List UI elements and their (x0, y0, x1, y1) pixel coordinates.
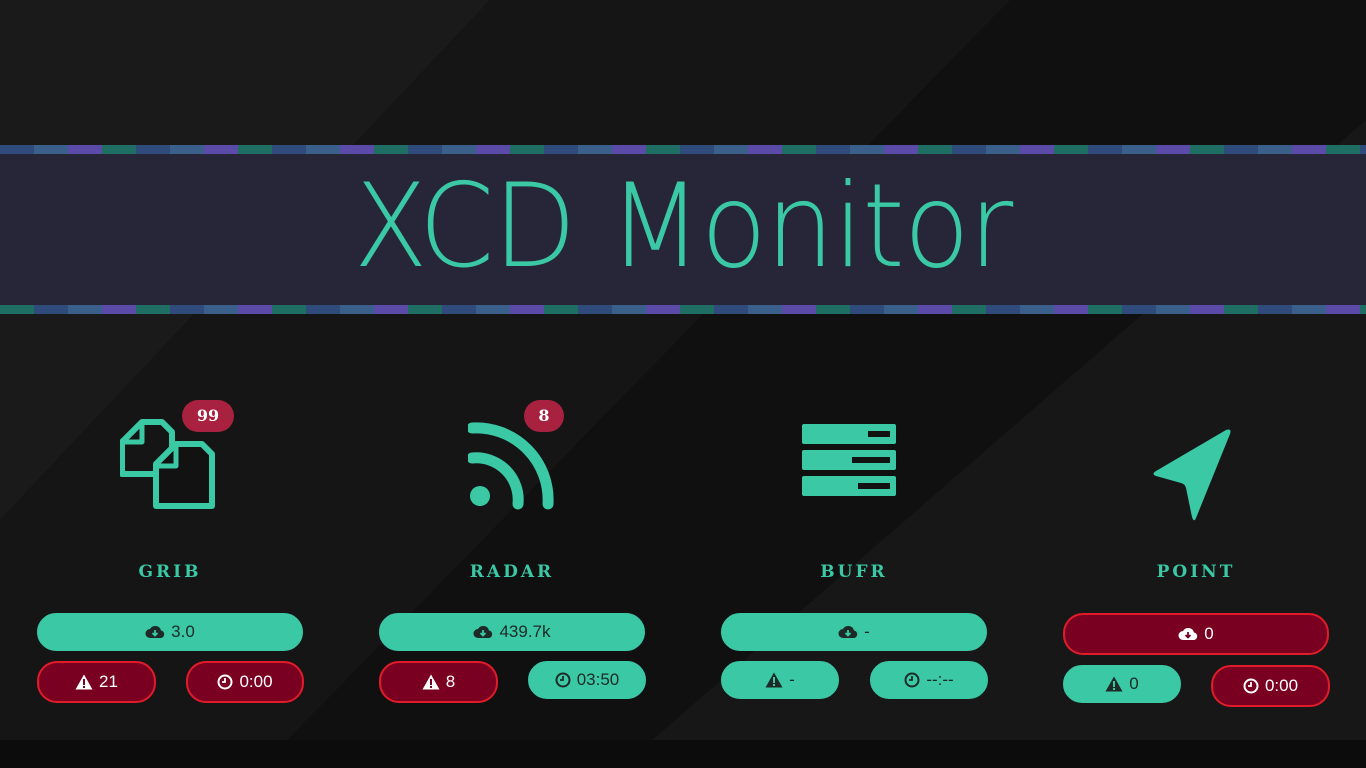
server-icon (802, 424, 896, 496)
grib-alert-status[interactable]: 21 (37, 661, 156, 703)
radar-label: RADAR (469, 562, 555, 582)
bufr-download-status[interactable]: - (721, 613, 987, 651)
radar-icon-box (362, 410, 662, 520)
monitor-panel-point: POINT 0 0 0:00 (1046, 390, 1346, 730)
clock-icon (1243, 678, 1259, 694)
grib-download-status[interactable]: 3.0 (37, 613, 303, 651)
warning-icon (422, 674, 440, 690)
grib-time-status[interactable]: 0:00 (186, 661, 304, 703)
radar-count-badge: 8 (524, 400, 564, 432)
grib-time-value: 0:00 (239, 672, 273, 691)
point-download-status[interactable]: 0 (1063, 613, 1329, 655)
page-title: XCD Monitor (353, 159, 1014, 294)
grib-count-badge: 99 (182, 400, 234, 432)
bufr-alert-status[interactable]: - (721, 661, 839, 699)
bufr-alert-value: - (789, 670, 795, 689)
radar-time-status[interactable]: 03:50 (528, 661, 646, 699)
monitor-panel-bufr: BUFR - - --:-- (704, 390, 1004, 730)
radar-download-value: 439.7k (499, 622, 551, 641)
radar-alert-value: 8 (445, 672, 456, 691)
clock-icon (217, 674, 233, 690)
point-time-value: 0:00 (1264, 676, 1299, 695)
warning-icon (1105, 676, 1123, 692)
banner-stripe-bottom (0, 305, 1366, 314)
radar-time-value: 03:50 (576, 670, 620, 689)
radar-download-status[interactable]: 439.7k (379, 613, 645, 651)
location-arrow-icon (1153, 429, 1231, 521)
bufr-time-value: --:-- (926, 670, 954, 689)
grib-alert-value: 21 (99, 672, 118, 691)
grib-icon-box (20, 410, 320, 520)
monitor-panel-grib: 99 GRIB 3.0 21 0:00 (20, 390, 320, 730)
radar-alert-status[interactable]: 8 (379, 661, 498, 703)
point-time-status[interactable]: 0:00 (1211, 665, 1330, 707)
point-alert-value: 0 (1129, 674, 1139, 693)
title-banner: XCD Monitor (0, 145, 1366, 314)
point-icon-box (1046, 410, 1346, 521)
point-label: POINT (1156, 562, 1236, 582)
grib-download-value: 3.0 (171, 622, 195, 641)
bufr-download-value: - (864, 622, 870, 641)
banner-stripe-top (0, 145, 1366, 154)
cloud-download-icon (145, 626, 165, 638)
clock-icon (555, 672, 571, 688)
cloud-download-icon (1178, 628, 1198, 640)
warning-icon (75, 674, 93, 690)
warning-icon (765, 672, 783, 688)
clock-icon (904, 672, 920, 688)
grib-label: GRIB (138, 562, 202, 582)
point-alert-status[interactable]: 0 (1063, 665, 1181, 703)
cloud-download-icon (473, 626, 493, 638)
bufr-label: BUFR (820, 562, 888, 582)
monitor-panel-radar: 8 RADAR 439.7k 8 03:50 (362, 390, 662, 730)
bufr-icon-box (704, 410, 1004, 520)
cloud-download-icon (838, 626, 858, 638)
rss-feed-icon (468, 422, 554, 510)
point-download-value: 0 (1204, 624, 1214, 643)
bufr-time-status[interactable]: --:-- (870, 661, 988, 699)
